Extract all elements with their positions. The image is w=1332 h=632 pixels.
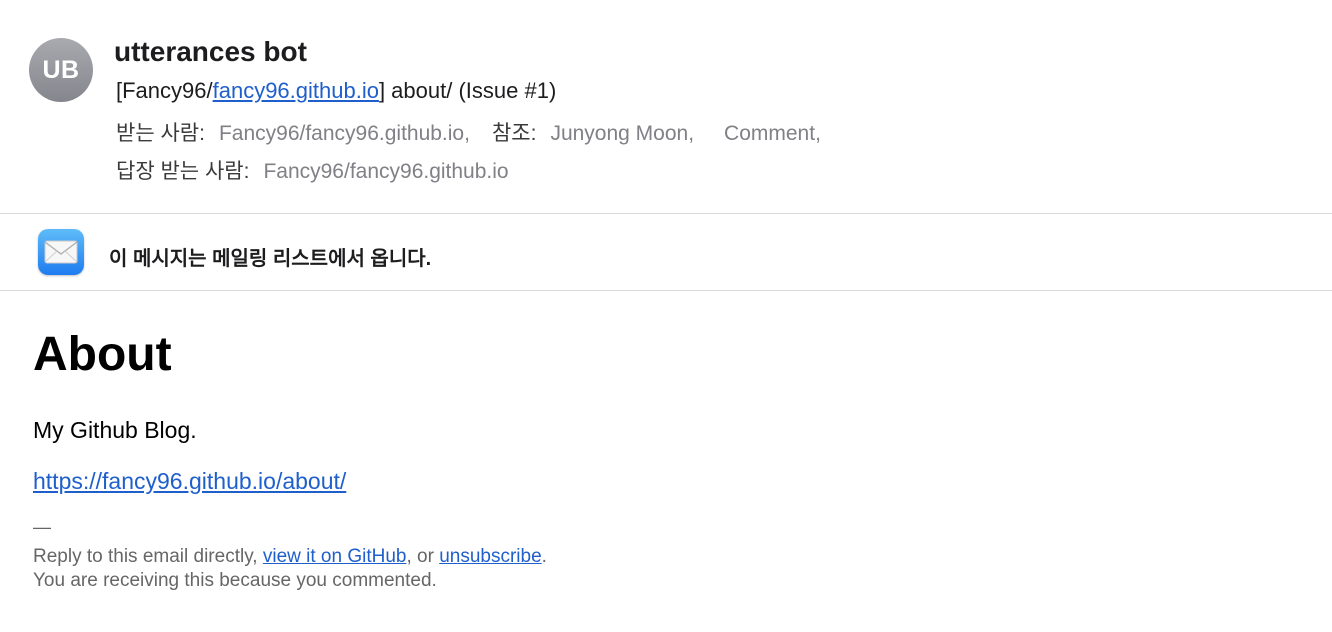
reply-to-recipient[interactable]: Fancy96/fancy96.github.io bbox=[263, 160, 508, 183]
sender-name[interactable]: utterances bot bbox=[114, 36, 307, 68]
avatar[interactable]: UB bbox=[29, 38, 93, 102]
reply-to-row: 답장 받는 사람: Fancy96/fancy96.github.io bbox=[116, 155, 509, 185]
footer-reply-line: Reply to this email directly, view it on… bbox=[33, 546, 547, 568]
subject-suffix: ] about/ (Issue #1) bbox=[378, 78, 557, 103]
signature-separator: — bbox=[33, 517, 51, 537]
body-paragraph: My Github Blog. bbox=[33, 417, 197, 443]
footer-receiving-note: You are receiving this because you comme… bbox=[33, 570, 437, 591]
cc-label: 참조: bbox=[491, 122, 537, 145]
to-label: 받는 사람: bbox=[116, 122, 205, 145]
mail-icon bbox=[38, 229, 84, 275]
view-on-github-link[interactable]: view it on GitHub bbox=[263, 546, 407, 567]
recipients-row: 받는 사람: Fancy96/fancy96.github.io, 참조: Junyo… bbox=[116, 117, 821, 147]
mailing-list-banner: 이 메시지는 메일링 리스트에서 옵니다. bbox=[0, 214, 1332, 291]
about-page-link[interactable]: https://fancy96.github.io/about/ bbox=[33, 468, 346, 494]
footer-middle: , or bbox=[406, 546, 440, 567]
message-header: UB utterances bot [Fancy96/fancy96.githu… bbox=[0, 0, 1332, 214]
unsubscribe-link[interactable]: unsubscribe bbox=[439, 546, 541, 567]
body-link-line: https://fancy96.github.io/about/ bbox=[33, 468, 346, 495]
banner-text: 이 메시지는 메일링 리스트에서 옵니다. bbox=[109, 248, 432, 270]
reply-to-label: 답장 받는 사람: bbox=[116, 160, 250, 183]
to-recipient[interactable]: Fancy96/fancy96.github.io, bbox=[219, 122, 470, 145]
subject-prefix: [Fancy96/ bbox=[116, 78, 213, 103]
subject-line: [Fancy96/fancy96.github.io] about/ (Issu… bbox=[116, 78, 556, 104]
footer-reply-prefix: Reply to this email directly, bbox=[33, 546, 263, 567]
cc-recipient[interactable]: Comment, bbox=[724, 122, 821, 145]
subject-repo-link[interactable]: fancy96.github.io bbox=[213, 78, 379, 103]
body-heading: About bbox=[33, 328, 172, 381]
footer-end: . bbox=[541, 546, 547, 567]
cc-recipient[interactable]: Junyong Moon, bbox=[550, 122, 694, 145]
